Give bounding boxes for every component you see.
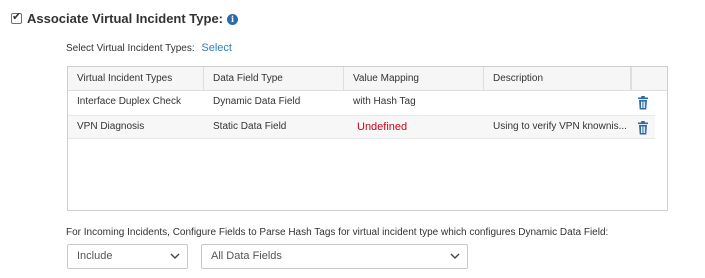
select-vit-row: Select Virtual Incident Types: Select xyxy=(66,42,232,54)
cell-description xyxy=(484,91,631,113)
associate-virtual-incident-type-row: ✔ Associate Virtual Incident Type: i xyxy=(11,10,239,26)
column-header-virtual-incident-types[interactable]: Virtual Incident Types xyxy=(68,67,204,90)
table-header: Virtual Incident Types Data Field Type V… xyxy=(68,67,667,91)
column-header-data-field-type[interactable]: Data Field Type xyxy=(204,67,344,90)
cell-virtual-incident-type: VPN Diagnosis xyxy=(77,121,145,132)
trash-icon[interactable] xyxy=(637,121,649,135)
data-fields-dropdown-value: All Data Fields xyxy=(211,250,282,262)
cell-description: Using to verify VPN knownis... xyxy=(493,121,627,132)
incoming-incidents-text: For Incoming Incidents, Configure Fields… xyxy=(66,227,609,238)
cell-data-field-type: Dynamic Data Field xyxy=(213,96,301,107)
info-icon[interactable]: i xyxy=(227,13,239,25)
table-row[interactable]: VPN Diagnosis Static Data Field Undefine… xyxy=(68,115,655,139)
section-title: Associate Virtual Incident Type: xyxy=(27,10,224,26)
column-header-actions xyxy=(631,67,667,90)
cell-data-field-type: Static Data Field xyxy=(213,121,287,132)
chevron-down-icon xyxy=(450,253,460,259)
associate-checkbox[interactable]: ✔ xyxy=(11,10,22,24)
include-dropdown-value: Include xyxy=(77,250,113,262)
chevron-down-icon xyxy=(170,253,180,259)
cell-virtual-incident-type: Interface Duplex Check xyxy=(77,96,181,107)
select-link[interactable]: Select xyxy=(201,42,232,54)
cell-value-mapping[interactable]: Undefined xyxy=(344,116,484,138)
cell-value-mapping[interactable]: with Hash Tag xyxy=(344,91,484,113)
select-vit-label: Select Virtual Incident Types: xyxy=(66,43,195,54)
trash-icon[interactable] xyxy=(637,96,649,110)
table-row[interactable]: Interface Duplex Check Dynamic Data Fiel… xyxy=(68,91,655,115)
virtual-incident-types-table: Virtual Incident Types Data Field Type V… xyxy=(67,66,668,211)
check-icon: ✔ xyxy=(12,10,22,23)
column-header-description[interactable]: Description xyxy=(484,67,631,90)
include-dropdown[interactable]: Include xyxy=(67,244,188,269)
data-fields-dropdown[interactable]: All Data Fields xyxy=(201,244,468,269)
column-header-value-mapping[interactable]: Value Mapping xyxy=(344,67,484,90)
